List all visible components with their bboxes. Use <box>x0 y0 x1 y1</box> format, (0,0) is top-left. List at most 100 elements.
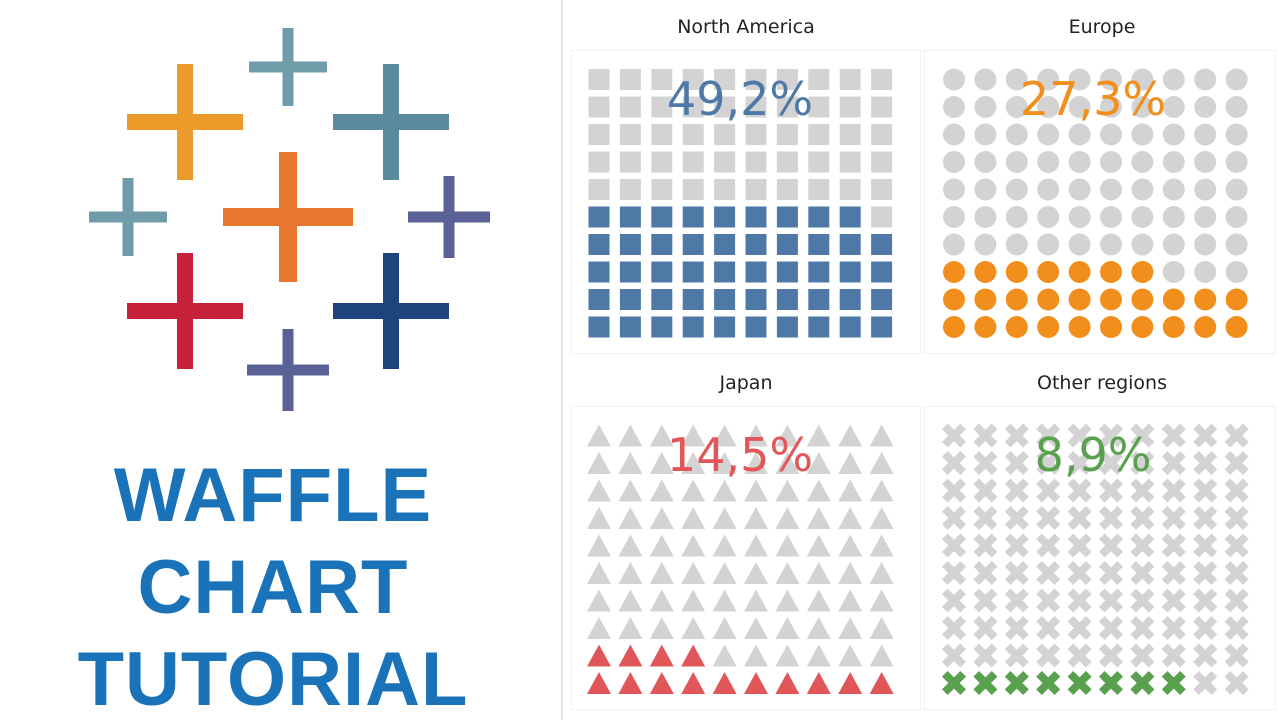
waffle-cell-empty <box>1005 206 1028 228</box>
waffle-cell-empty <box>1037 233 1060 256</box>
waffle-cell-empty <box>1036 560 1061 586</box>
waffle-cell-empty <box>1225 206 1248 228</box>
logo-cross-bottom-left <box>127 253 243 369</box>
waffle-cell-empty <box>869 562 894 584</box>
waffle-cell-filled <box>806 672 831 694</box>
waffle-cell-empty <box>838 424 863 447</box>
waffle-cell-filled <box>587 672 611 694</box>
waffle-cell-empty <box>839 151 861 173</box>
waffle-cell-empty <box>1161 588 1186 613</box>
waffle-cell-empty <box>1068 206 1091 228</box>
waffle-cell-filled <box>618 644 643 667</box>
waffle-cell-empty <box>681 562 706 584</box>
waffle-cell-empty <box>587 534 611 557</box>
waffle-cell-empty <box>1067 560 1092 586</box>
waffle-cell-empty <box>1224 423 1249 448</box>
waffle-cell-empty <box>1067 588 1092 613</box>
waffle-cell-filled <box>1225 316 1248 338</box>
waffle-cell-filled <box>714 261 736 283</box>
waffle-cell-filled <box>974 316 997 338</box>
waffle-cell-empty <box>839 124 861 145</box>
waffle-cell-empty <box>1194 261 1217 283</box>
waffle-cell-filled <box>974 261 997 283</box>
waffle-cell-empty <box>587 452 611 474</box>
waffle-cell-empty <box>1005 178 1028 201</box>
waffle-cell-empty <box>1005 151 1028 173</box>
waffle-cell-empty <box>871 124 893 145</box>
waffle-cell-empty <box>871 179 893 200</box>
waffle-cell-filled <box>682 261 704 283</box>
waffle-cell-filled <box>808 234 830 255</box>
waffle-cell-filled <box>1162 316 1185 338</box>
waffle-cell-empty <box>1193 670 1218 696</box>
waffle-cell-empty <box>1225 68 1248 91</box>
logo-cross-top-left <box>127 64 243 180</box>
waffle-cell-empty <box>1131 123 1154 146</box>
waffle-cell-empty <box>1098 643 1124 668</box>
waffle-cell-empty <box>974 233 997 256</box>
waffle-dashboard: North America 49,2% Europe 27,3% Japan 1… <box>563 0 1280 720</box>
waffle-cell-filled <box>871 234 893 255</box>
title-line-3: TUTORIAL <box>77 637 469 722</box>
waffle-cell-empty <box>1194 123 1217 146</box>
waffle-cell-empty <box>869 644 894 667</box>
waffle-cell-empty <box>651 179 673 200</box>
waffle-cell-empty <box>1004 505 1029 531</box>
waffle-cell-empty <box>973 588 998 613</box>
waffle-cell-empty <box>838 562 863 584</box>
waffle-cell-empty <box>618 589 643 612</box>
waffle-cell-empty <box>1194 151 1217 173</box>
waffle-cell-filled <box>1225 288 1248 311</box>
waffle-cell-empty <box>775 534 800 557</box>
waffle-cell-empty <box>775 617 800 639</box>
waffle-cell-empty <box>619 179 641 200</box>
waffle-cell-empty <box>776 179 798 200</box>
waffle-cell-empty <box>1098 615 1124 641</box>
title-line-1: WAFFLE <box>113 453 433 538</box>
waffle-cell-filled <box>839 261 861 283</box>
waffle-cell-empty <box>943 206 965 228</box>
waffle-cell-empty <box>649 507 674 529</box>
waffle-cell-filled <box>839 316 861 338</box>
waffle-cell-empty <box>1193 423 1218 448</box>
waffle-cell-filled <box>714 206 736 228</box>
waffle-cell-empty <box>712 589 737 612</box>
waffle-cell-empty <box>1193 478 1218 503</box>
waffle-cell-filled <box>839 289 861 310</box>
waffle-cell-filled <box>1194 288 1217 311</box>
waffle-cell-empty <box>744 479 768 502</box>
waffle-cell-empty <box>1068 151 1091 173</box>
waffle-grid: 8,9% <box>941 423 1249 696</box>
waffle-cell-empty <box>1162 68 1185 91</box>
waffle-cell-empty <box>869 507 894 529</box>
waffle-cell-empty <box>871 69 893 90</box>
waffle-cell-empty <box>1224 450 1249 476</box>
waffle-cell-empty <box>943 123 965 146</box>
waffle-cell-empty <box>806 479 831 502</box>
waffle-cell-filled <box>1100 261 1122 283</box>
waffle-cell-empty <box>1161 533 1186 558</box>
waffle-cell-empty <box>974 206 997 228</box>
waffle-cell-empty <box>744 507 768 529</box>
waffle-cell-empty <box>651 124 673 145</box>
waffle-cell-filled <box>588 234 610 255</box>
waffle-cell-filled <box>943 261 965 283</box>
waffle-cell-empty <box>1100 206 1122 228</box>
waffle-cell-filled <box>681 672 706 694</box>
waffle-cell-empty <box>808 124 830 145</box>
waffle-cell-empty <box>943 96 965 118</box>
waffle-cell-empty <box>941 588 967 613</box>
waffle-cell-empty <box>1225 233 1248 256</box>
waffle-cell-empty <box>1161 450 1186 476</box>
waffle-cell-filled <box>745 206 767 228</box>
waffle-cell-empty <box>1004 423 1029 448</box>
waffle-cell-empty <box>1224 615 1249 641</box>
waffle-cell-filled <box>775 672 800 694</box>
waffle-cell-empty <box>619 96 641 118</box>
waffle-cell-empty <box>619 124 641 145</box>
waffle-cell-filled <box>745 316 767 338</box>
waffle-cell-empty <box>712 507 737 529</box>
waffle-cell-empty <box>618 562 643 584</box>
waffle-cell-empty <box>941 560 967 586</box>
waffle-cell-filled <box>682 289 704 310</box>
